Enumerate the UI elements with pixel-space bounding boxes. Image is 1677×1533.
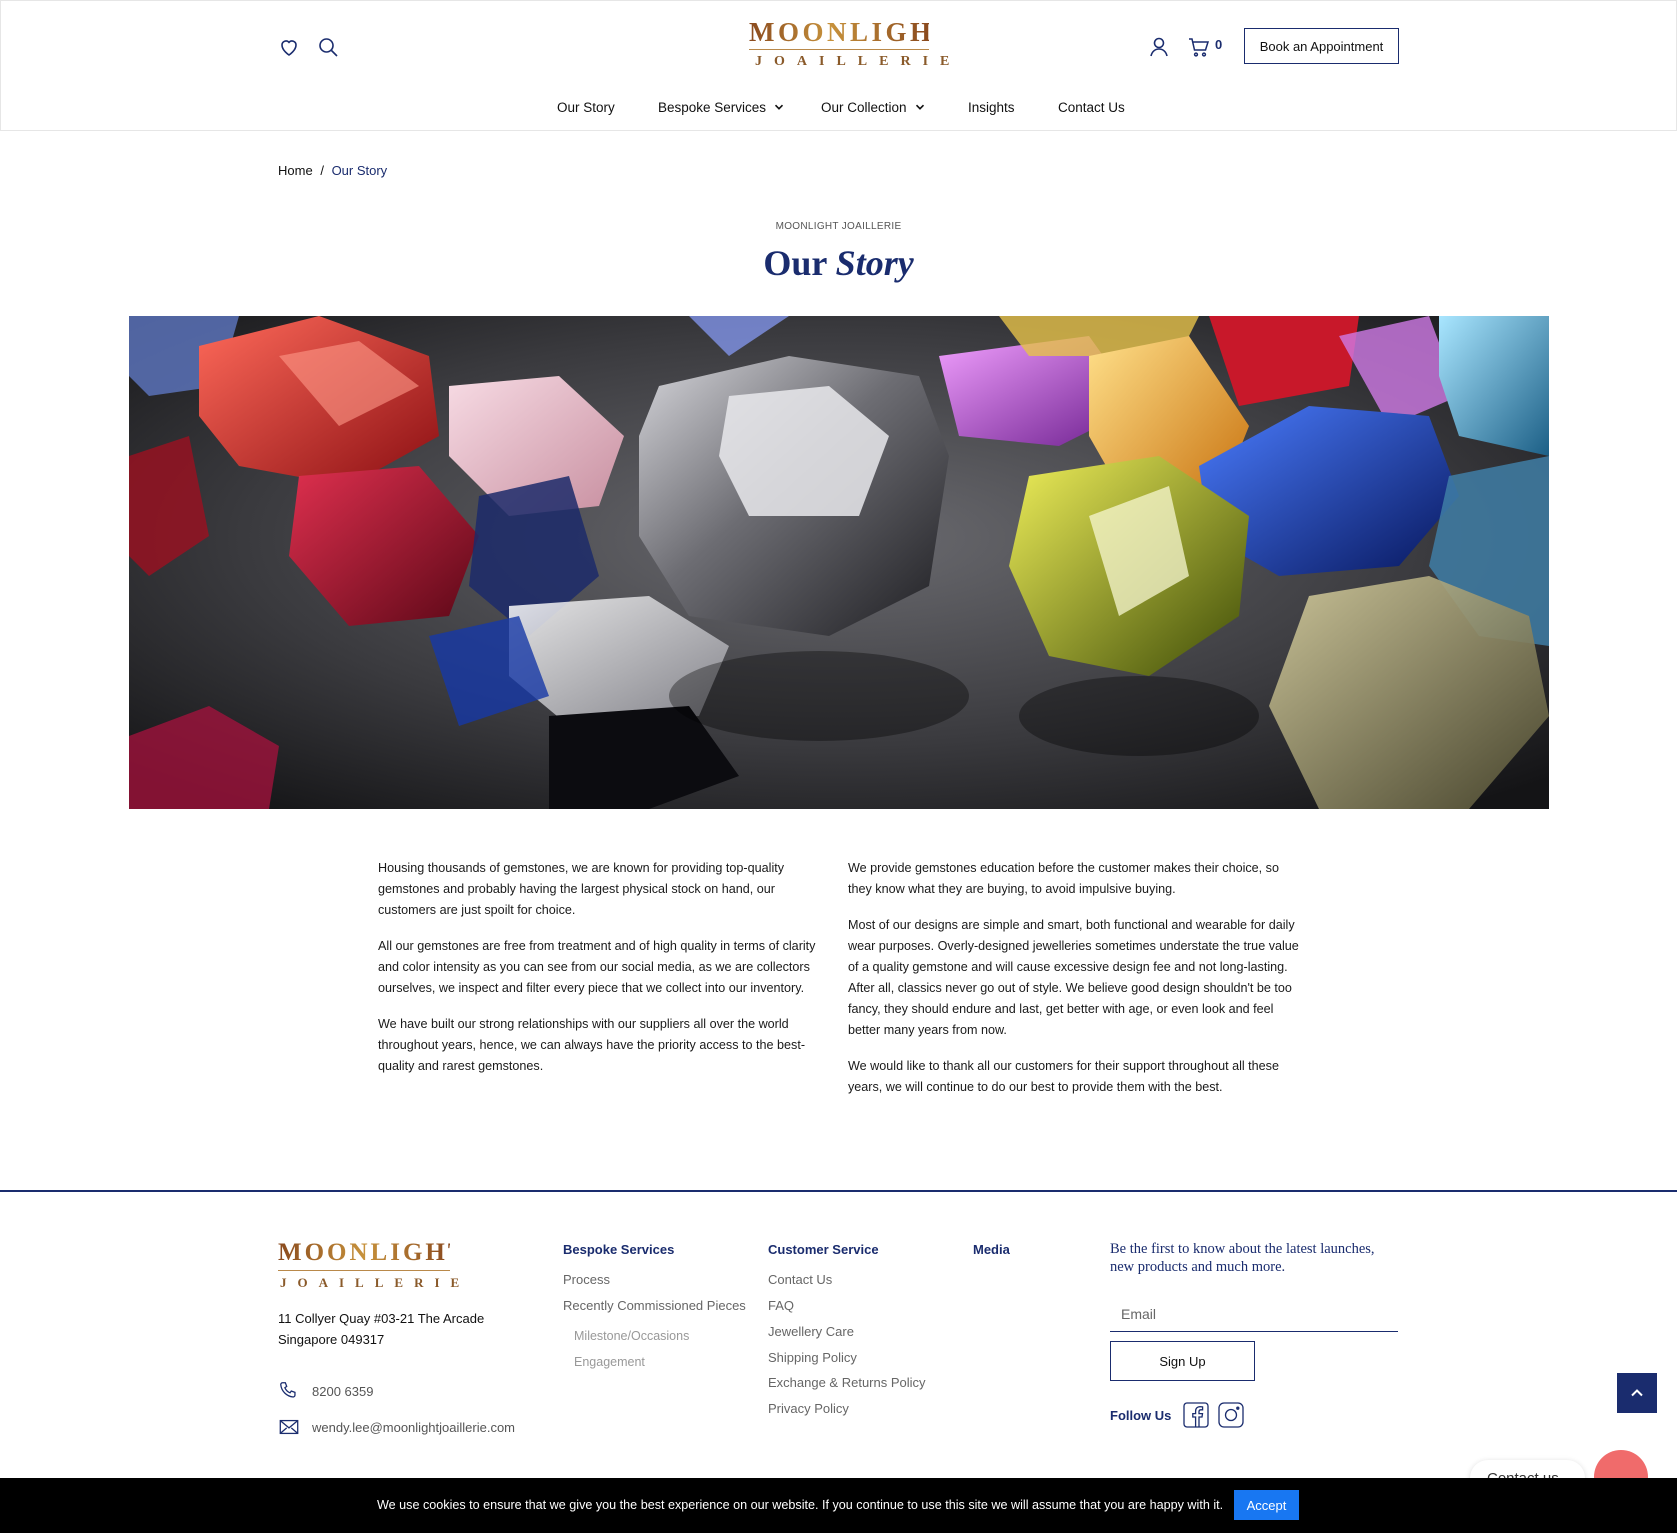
title-plain: Our [763,243,827,283]
nav-label: Our Story [557,99,615,115]
footer-link-process[interactable]: Process [563,1272,610,1287]
paragraph: We provide gemstones education before th… [848,861,1279,896]
footer-heading-bespoke: Bespoke Services [563,1242,675,1257]
footer-link-engagement[interactable]: Engagement [574,1355,645,1369]
footer-link-jewellery-care[interactable]: Jewellery Care [768,1324,854,1339]
footer-link-recently-commissioned[interactable]: Recently Commissioned Pieces [563,1298,746,1313]
cart-icon[interactable] [1187,35,1211,59]
signup-button[interactable]: Sign Up [1110,1341,1255,1381]
breadcrumb-home[interactable]: Home [278,163,313,178]
address-line: 11 Collyer Quay #03-21 The Arcade [278,1311,485,1326]
paragraph: We have built our strong relationships w… [378,1017,806,1073]
title-italic: Story [835,243,914,283]
nav-label: Bespoke Services [658,99,767,115]
footer-link-contact-us[interactable]: Contact Us [768,1272,832,1287]
breadcrumb: Home / Our Story [278,163,387,178]
footer-phone[interactable]: 8200 6359 [278,1380,373,1402]
footer-brand-subname: JOAILLERIE [280,1275,471,1290]
footer-divider [0,1190,1677,1192]
book-appointment-button[interactable]: Book an Appointment [1244,28,1399,64]
footer-link-shipping-policy[interactable]: Shipping Policy [768,1350,857,1365]
cookie-accept-button[interactable]: Accept [1234,1490,1299,1520]
content-right-column: We provide gemstones education before th… [848,858,1303,1113]
instagram-icon[interactable] [1218,1402,1244,1428]
scroll-to-top-button[interactable] [1617,1373,1657,1413]
breadcrumb-current: Our Story [331,163,388,178]
newsletter-email-input[interactable] [1110,1296,1398,1332]
footer-link-privacy-policy[interactable]: Privacy Policy [768,1401,849,1416]
nav-our-story[interactable]: Our Story [557,97,615,117]
cart-count: 0 [1215,37,1223,52]
page-eyebrow: MOONLIGHT JOAILLERIE [775,221,902,232]
nav-contact-us[interactable]: Contact Us [1058,97,1125,117]
heart-icon[interactable] [277,35,301,59]
content-left-column: Housing thousands of gemstones, we are k… [378,858,833,1092]
paragraph: We would like to thank all our customers… [848,1059,1279,1094]
footer-link-faq[interactable]: FAQ [768,1298,794,1313]
phone-number: 8200 6359 [312,1383,374,1399]
nav-bespoke-services[interactable]: Bespoke Services [658,97,784,117]
address-line: Singapore 049317 [278,1332,385,1347]
footer-logo[interactable]: MOONLIGHT JOAILLERIE [278,1239,471,1290]
paragraph: Housing thousands of gemstones, we are k… [378,861,785,917]
footer-brand-name: MOONLIGHT [278,1239,468,1266]
site-header: MOONLIGHT JOAILLERIE 0 Book an Appointme… [0,0,1677,131]
page-title: Our Story [0,242,1677,284]
cookie-banner: We use cookies to ensure that we give yo… [0,1478,1677,1533]
phone-icon [280,1382,296,1398]
nav-insights[interactable]: Insights [968,97,1015,117]
brand-subname: JOAILLERIE [755,54,962,69]
newsletter-text: Be the first to know about the latest la… [1110,1241,1375,1275]
cookie-text: We use cookies to ensure that we give yo… [377,1498,1224,1512]
email-address: wendy.lee@moonlightjoaillerie.com [312,1419,515,1435]
footer-address: 11 Collyer Quay #03-21 The Arcade Singap… [278,1308,484,1350]
nav-our-collection[interactable]: Our Collection [821,97,925,117]
chevron-down-icon [774,104,784,110]
breadcrumb-separator: / [320,163,324,178]
mail-icon [279,1419,299,1435]
nav-label: Contact Us [1058,99,1125,115]
brand-name: MOONLIGHT [749,17,957,47]
brand-logo[interactable]: MOONLIGHT JOAILLERIE [749,17,962,70]
nav-label: Insights [968,99,1015,115]
follow-us-label: Follow Us [1110,1408,1172,1423]
footer-email[interactable]: wendy.lee@moonlightjoaillerie.com [278,1416,515,1438]
hero-gemstones-image [129,316,1549,809]
paragraph: All our gemstones are free from treatmen… [378,939,816,995]
facebook-icon[interactable] [1183,1402,1209,1428]
arrow-up-icon [1631,1389,1643,1397]
footer-link-exchange-returns[interactable]: Exchange & Returns Policy [768,1375,926,1390]
search-icon[interactable] [316,35,340,59]
footer-heading-customer-service: Customer Service [768,1242,879,1257]
footer-heading-media[interactable]: Media [973,1242,1010,1257]
nav-label: Our Collection [821,99,907,115]
footer-link-milestone[interactable]: Milestone/Occasions [574,1329,689,1343]
chevron-down-icon [915,104,924,110]
paragraph: Most of our designs are simple and smart… [848,918,1299,1037]
user-icon[interactable] [1147,35,1171,59]
